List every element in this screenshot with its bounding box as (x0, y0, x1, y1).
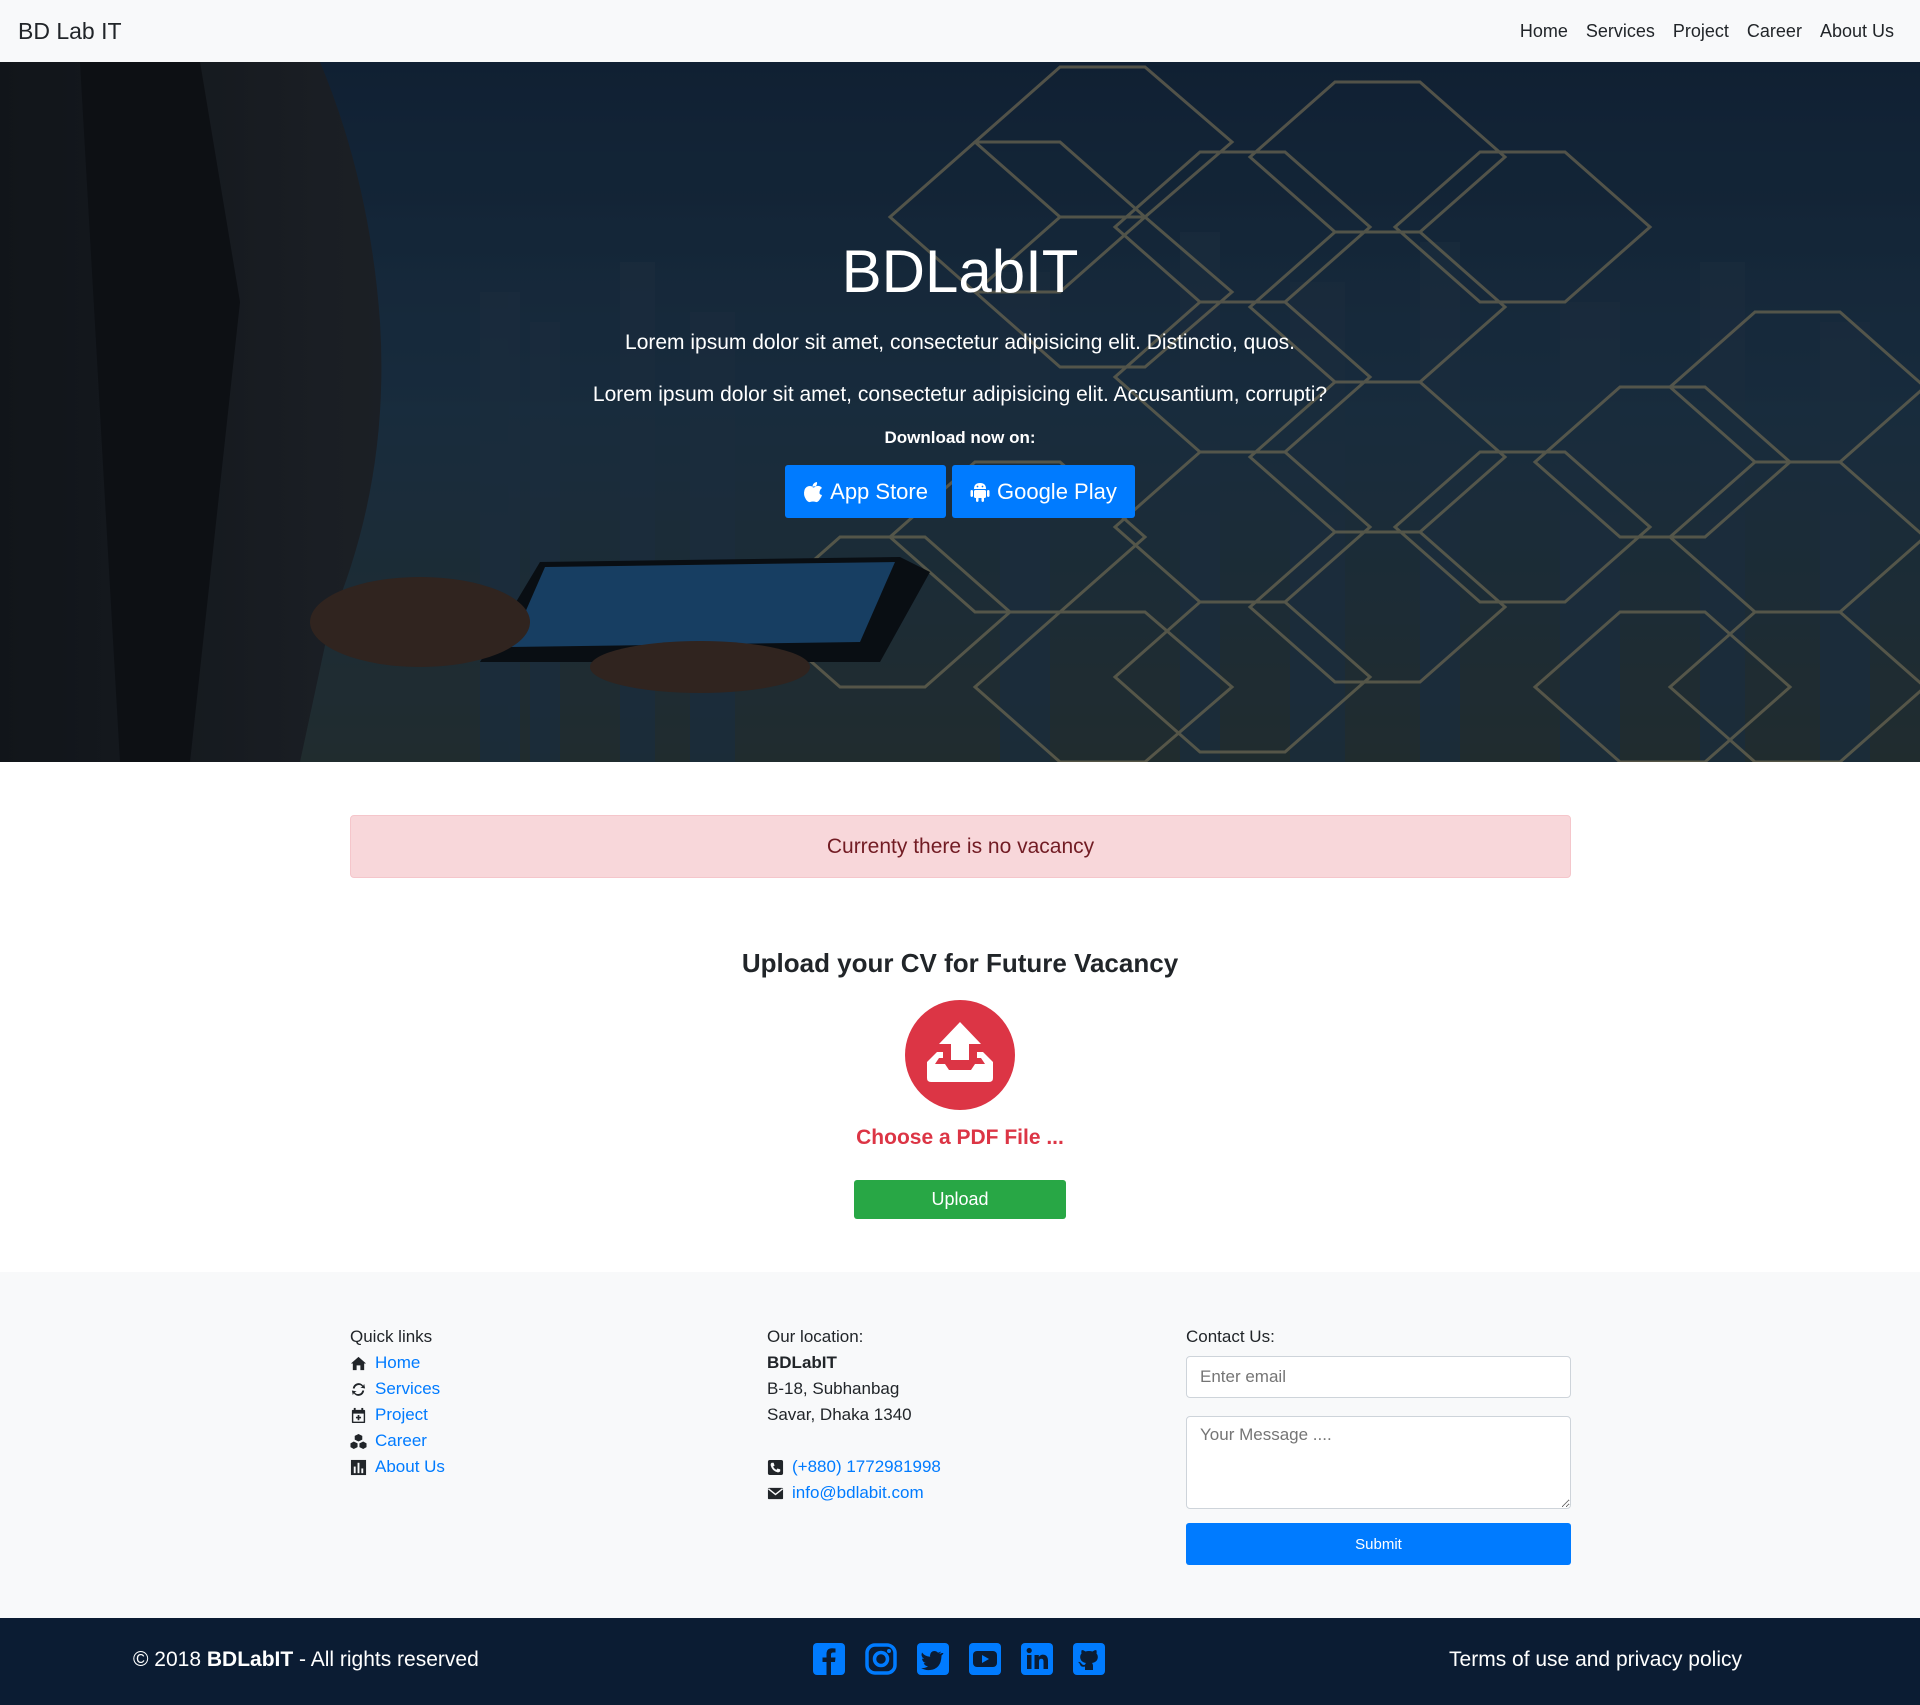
upload-file-trigger[interactable] (905, 1000, 1015, 1110)
nav-services-link[interactable]: Services (1577, 21, 1664, 42)
email-link[interactable]: info@bdlabit.com (792, 1480, 924, 1506)
footer-bottom: © 2018 BDLabIT - All rights reserved Ter… (0, 1618, 1920, 1705)
github-icon (1073, 1643, 1105, 1675)
android-icon (970, 482, 990, 502)
calendar-icon (351, 1407, 366, 1423)
hero-subtitle-2: Lorem ipsum dolor sit amet, consectetur … (592, 383, 1328, 406)
quick-link-services-label[interactable]: Services (375, 1376, 440, 1402)
phone-icon (767, 1459, 784, 1475)
email-field[interactable] (1186, 1356, 1571, 1398)
copyright: © 2018 BDLabIT - All rights reserved (133, 1648, 479, 1672)
quick-links-title: Quick links (350, 1327, 433, 1346)
quick-link-career[interactable]: Career (350, 1428, 445, 1454)
quick-link-services[interactable]: Services (350, 1376, 445, 1402)
location-column: Our location: BDLabIT B-18, Subhanbag Sa… (767, 1324, 941, 1506)
linkedin-link[interactable] (1020, 1642, 1054, 1681)
upload-button[interactable]: Upload (854, 1180, 1066, 1219)
location-title: Our location: (767, 1327, 864, 1346)
download-label: Download now on: (884, 428, 1036, 447)
navbar: BD Lab IT Home Services Project Career A… (0, 0, 1920, 62)
linkedin-icon (1021, 1643, 1053, 1675)
apple-icon (804, 481, 823, 502)
brand-link[interactable]: BD Lab IT (18, 18, 122, 45)
copyright-suffix: - All rights reserved (293, 1648, 479, 1671)
nav-links: Home Services Project Career About Us (1511, 21, 1902, 42)
phone-link[interactable]: (+880) 1772981998 (792, 1454, 941, 1480)
cubes-icon (350, 1433, 367, 1449)
copyright-prefix: © 2018 (133, 1648, 207, 1671)
home-icon (350, 1356, 367, 1370)
refresh-icon (351, 1382, 366, 1396)
facebook-icon (813, 1643, 845, 1675)
nav-about-link[interactable]: About Us (1811, 21, 1902, 42)
nav-home-link[interactable]: Home (1511, 21, 1577, 42)
contact-title: Contact Us: (1186, 1327, 1275, 1346)
quick-link-project-label[interactable]: Project (375, 1402, 428, 1428)
app-store-label: App Store (830, 478, 928, 504)
youtube-icon (969, 1643, 1001, 1675)
address-line-1: B-18, Subhanbag (767, 1379, 900, 1398)
app-store-button[interactable]: App Store (785, 465, 946, 518)
contact-column: Contact Us: Submit (1186, 1324, 1571, 1565)
quick-link-home-label[interactable]: Home (375, 1350, 420, 1376)
bar-chart-icon (350, 1459, 367, 1475)
hero-content: BDLabIT Lorem ipsum dolor sit amet, cons… (0, 237, 1920, 518)
quick-link-career-label[interactable]: Career (375, 1428, 427, 1454)
message-field[interactable] (1186, 1416, 1571, 1509)
choose-pdf-label[interactable]: Choose a PDF File ... (0, 1126, 1920, 1150)
copyright-brand: BDLabIT (206, 1648, 294, 1671)
nav-career-link[interactable]: Career (1738, 21, 1811, 42)
quick-links-column: Quick links Home Services Project Career… (350, 1324, 445, 1480)
google-play-label: Google Play (996, 478, 1117, 504)
hero-subtitle-1: Lorem ipsum dolor sit amet, consectetur … (625, 331, 1295, 354)
hero-title: BDLabIT (841, 238, 1079, 305)
hero-section: BDLabIT Lorem ipsum dolor sit amet, cons… (0, 62, 1920, 762)
upload-icon (927, 1022, 993, 1082)
github-link[interactable] (1072, 1642, 1106, 1681)
upload-title: Upload your CV for Future Vacancy (741, 948, 1179, 978)
footer-top: Quick links Home Services Project Career… (0, 1272, 1920, 1618)
quick-link-about[interactable]: About Us (350, 1454, 445, 1480)
company-name: BDLabIT (767, 1353, 837, 1372)
quick-link-home[interactable]: Home (350, 1350, 445, 1376)
phone-row[interactable]: (+880) 1772981998 (767, 1454, 941, 1480)
nav-project-link[interactable]: Project (1664, 21, 1738, 42)
email-row[interactable]: info@bdlabit.com (767, 1480, 941, 1506)
submit-button[interactable]: Submit (1186, 1523, 1571, 1565)
terms-link[interactable]: Terms of use and privacy policy (1449, 1648, 1742, 1672)
youtube-link[interactable] (968, 1642, 1002, 1681)
store-buttons: App Store Google Play (0, 465, 1920, 518)
instagram-icon (865, 1643, 897, 1675)
address-line-2: Savar, Dhaka 1340 (767, 1405, 912, 1424)
twitter-link[interactable] (916, 1642, 950, 1681)
twitter-icon (917, 1643, 949, 1675)
social-links (812, 1642, 1106, 1681)
instagram-link[interactable] (864, 1642, 898, 1681)
facebook-link[interactable] (812, 1642, 846, 1681)
quick-link-about-label[interactable]: About Us (375, 1454, 445, 1480)
google-play-button[interactable]: Google Play (951, 465, 1135, 518)
no-vacancy-alert: Currenty there is no vacancy (350, 815, 1571, 878)
quick-link-project[interactable]: Project (350, 1402, 445, 1428)
envelope-icon (767, 1487, 784, 1499)
